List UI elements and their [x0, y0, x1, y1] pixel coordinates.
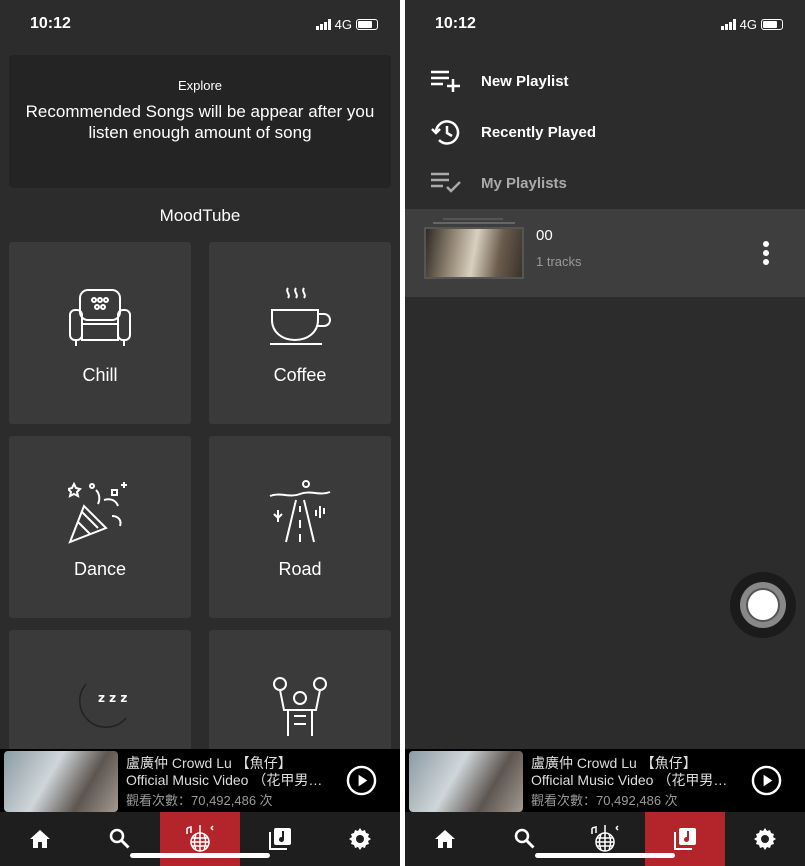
party-popper-icon — [68, 481, 127, 544]
explore-message: Recommended Songs will be appear after y… — [25, 102, 375, 142]
mood-label: Road — [278, 559, 322, 579]
playlist-name: 00 — [536, 227, 553, 244]
battery-icon — [761, 19, 783, 30]
status-bar: 10:12 4G — [405, 0, 805, 48]
now-playing-thumbnail — [4, 751, 118, 812]
tab-settings[interactable] — [725, 812, 805, 866]
signal-icon — [720, 19, 736, 30]
history-icon — [431, 120, 460, 145]
home-indicator — [130, 853, 270, 858]
signal-icon — [315, 19, 331, 30]
section-title: MoodTube — [159, 206, 241, 225]
mood-tile-coffee[interactable]: Coffee — [209, 242, 391, 424]
menu-label: Recently Played — [481, 123, 597, 141]
now-playing-title: 盧廣仲 Crowd Lu 【魚仔】 — [126, 755, 292, 771]
search-icon — [109, 828, 130, 849]
moon-sleep-icon: z z z — [79, 683, 127, 728]
moodtube-screen: 10:12 4G Explore Recommended Songs will … — [0, 0, 400, 866]
explore-title: Explore — [177, 78, 223, 93]
mood-label: Coffee — [273, 365, 327, 385]
play-icon[interactable] — [751, 765, 782, 796]
recently-played-button[interactable]: Recently Played — [405, 107, 805, 157]
battery-icon — [356, 19, 378, 30]
muscle-man-icon — [273, 677, 327, 736]
disco-ball-icon — [186, 825, 214, 852]
playlist-track-count: 1 tracks — [536, 254, 582, 269]
playlist-add-icon — [431, 70, 460, 92]
tab-settings[interactable] — [320, 812, 400, 866]
thumbnail-stack — [443, 218, 503, 220]
armchair-icon — [69, 289, 131, 346]
status-icons: 4G — [315, 17, 378, 32]
now-playing-thumbnail — [409, 751, 523, 812]
home-icon — [30, 830, 50, 848]
menu-label: New Playlist — [481, 72, 569, 90]
coffee-cup-icon — [270, 287, 331, 345]
playlist-thumbnail — [424, 227, 524, 279]
music-library-icon — [674, 828, 696, 850]
mini-player[interactable]: 盧廣仲 Crowd Lu 【魚仔】 Official Music Video （花… — [0, 749, 400, 812]
now-playing-views: 觀看次數：70,492,486 次 — [531, 793, 678, 808]
music-library-icon — [269, 828, 291, 850]
status-icons: 4G — [720, 17, 783, 32]
road-icon — [269, 480, 331, 543]
status-bar: 10:12 4G — [0, 0, 400, 48]
menu-label: My Playlists — [481, 174, 567, 192]
mood-label: Dance — [73, 559, 127, 579]
tab-home[interactable] — [0, 812, 80, 866]
new-playlist-button[interactable]: New Playlist — [405, 56, 805, 106]
home-icon — [435, 830, 455, 848]
disco-ball-icon — [591, 825, 619, 852]
my-playlists-header: My Playlists — [405, 158, 805, 208]
network-label: 4G — [739, 17, 757, 32]
now-playing-views: 觀看次數：70,492,486 次 — [126, 793, 273, 808]
gear-icon — [349, 828, 371, 850]
play-icon[interactable] — [346, 765, 377, 796]
gear-icon — [754, 828, 776, 850]
assistive-touch-button[interactable] — [730, 572, 796, 638]
mood-tile-road[interactable]: Road — [209, 436, 391, 618]
playlist-row[interactable]: 00 1 tracks — [405, 209, 805, 297]
search-icon — [514, 828, 535, 849]
now-playing-subtitle: Official Music Video （花甲男… — [531, 772, 728, 788]
more-options-icon[interactable] — [763, 241, 771, 268]
explore-card: Explore Recommended Songs will be appear… — [9, 55, 391, 188]
now-playing-subtitle: Official Music Video （花甲男… — [126, 772, 323, 788]
status-time: 10:12 — [435, 15, 476, 32]
playlist-check-icon — [431, 172, 461, 193]
mood-label: Chill — [82, 365, 118, 385]
network-label: 4G — [334, 17, 352, 32]
tab-home[interactable] — [405, 812, 485, 866]
now-playing-title: 盧廣仲 Crowd Lu 【魚仔】 — [531, 755, 697, 771]
home-indicator — [535, 853, 675, 858]
thumbnail-stack — [433, 222, 515, 224]
svg-text:z z z: z z z — [98, 691, 127, 705]
mood-tile-chill[interactable]: Chill — [9, 242, 191, 424]
library-screen: 10:12 4G New Playlist Recently Played My… — [405, 0, 805, 866]
status-time: 10:12 — [30, 15, 71, 32]
mood-tile-dance[interactable]: Dance — [9, 436, 191, 618]
mini-player[interactable]: 盧廣仲 Crowd Lu 【魚仔】 Official Music Video （花… — [405, 749, 805, 812]
